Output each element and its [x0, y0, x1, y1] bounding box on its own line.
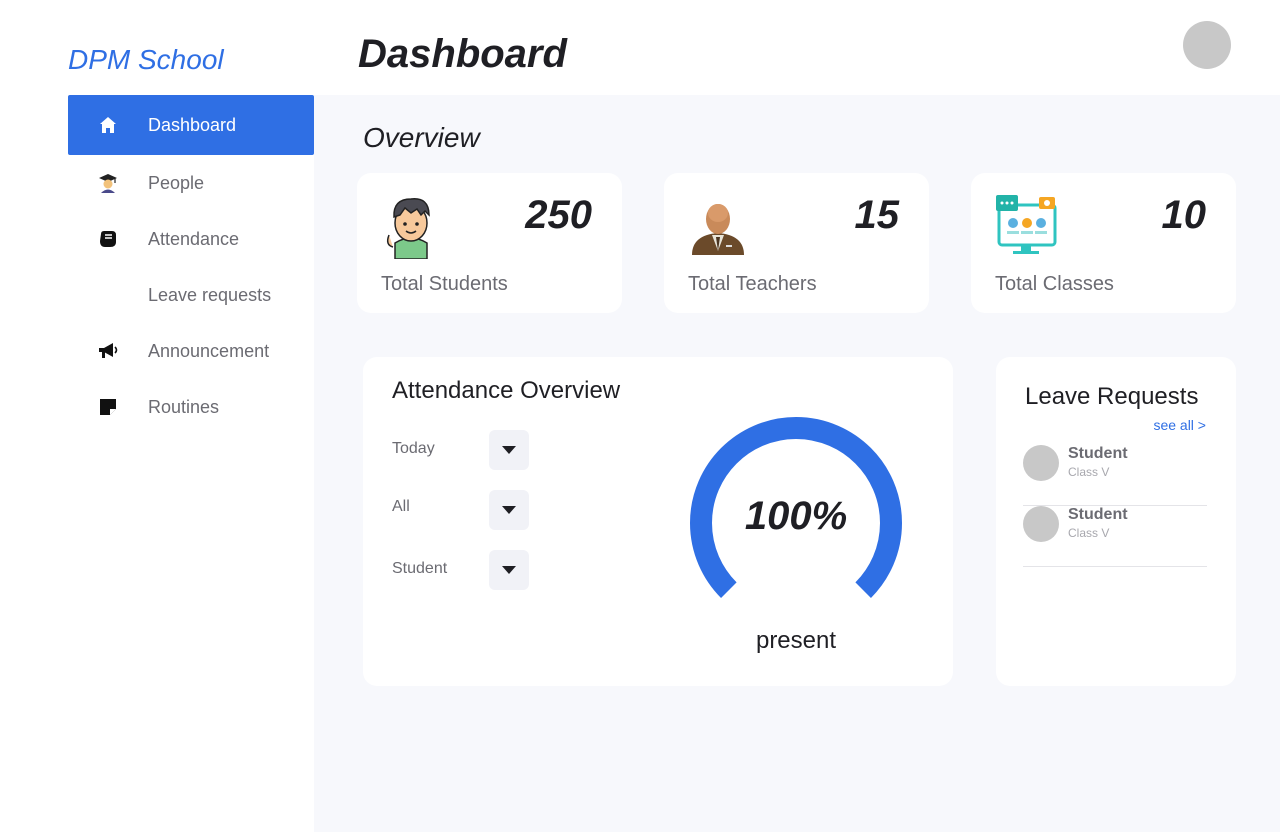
filter-period-dropdown[interactable]	[489, 430, 529, 470]
stat-value: 15	[854, 193, 900, 237]
user-avatar[interactable]	[1183, 21, 1231, 69]
leave-request-item[interactable]: Student Class V	[1023, 506, 1207, 567]
sidebar-item-routines[interactable]: Routines	[68, 379, 314, 435]
sidebar-item-attendance[interactable]: Attendance	[68, 211, 314, 267]
sidebar-item-announcement[interactable]: Announcement	[68, 323, 314, 379]
stat-card-teachers[interactable]: 15 Total Teachers	[664, 173, 929, 313]
avatar	[1023, 445, 1059, 481]
stat-caption: Total Students	[381, 273, 508, 295]
attendance-overview-card: Attendance Overview Today All Student 10…	[363, 357, 953, 686]
leave-requests-title: Leave Requests	[1025, 383, 1199, 410]
sidebar-item-leave-requests[interactable]: Leave requests	[68, 267, 314, 323]
sidebar-nav: Dashboard People Attendance Leave reques…	[68, 95, 314, 435]
caret-down-icon	[502, 506, 516, 514]
caret-down-icon	[502, 446, 516, 454]
megaphone-icon	[96, 339, 120, 363]
filter-period: Today	[392, 430, 529, 470]
attendance-status-label: present	[755, 627, 837, 654]
sidebar-item-people[interactable]: People	[68, 155, 314, 211]
sidebar-item-label: Leave requests	[148, 284, 272, 305]
online-class-icon	[995, 193, 1061, 259]
avatar	[1023, 506, 1059, 542]
leave-request-name: Student	[1068, 445, 1128, 462]
sidebar-item-label: Announcement	[148, 340, 270, 361]
sidebar-item-label: Routines	[148, 396, 220, 417]
brand-logo-text[interactable]: DPM School	[68, 44, 224, 76]
stat-value: 250	[525, 193, 592, 237]
filter-label: Student	[392, 560, 448, 577]
filter-label: All	[392, 498, 410, 515]
filter-scope-dropdown[interactable]	[489, 490, 529, 530]
sidebar-item-label: Dashboard	[148, 114, 237, 135]
stat-value: 10	[1161, 193, 1207, 237]
stat-caption: Total Classes	[995, 273, 1114, 295]
leave-request-name: Student	[1068, 506, 1128, 523]
stat-caption: Total Teachers	[688, 273, 817, 295]
stat-card-classes[interactable]: 10 Total Classes	[971, 173, 1236, 313]
teacher-avatar-icon	[688, 193, 754, 259]
stat-card-students[interactable]: 250 Total Students	[357, 173, 622, 313]
sidebar-item-label: People	[148, 172, 205, 193]
sidebar-item-label: Attendance	[148, 228, 240, 249]
see-all-link[interactable]: see all >	[1153, 417, 1206, 433]
graduate-icon	[96, 171, 120, 195]
filter-scope: All	[392, 490, 529, 530]
student-avatar-icon	[381, 193, 447, 260]
leave-request-class: Class V	[1068, 526, 1110, 540]
attendance-title: Attendance Overview	[392, 377, 621, 404]
note-icon	[96, 395, 120, 419]
caret-down-icon	[502, 566, 516, 574]
leave-request-item[interactable]: Student Class V	[1023, 445, 1207, 506]
filter-label: Today	[392, 440, 435, 457]
hand-icon	[96, 227, 120, 251]
overview-title: Overview	[363, 122, 480, 153]
home-icon	[96, 113, 120, 137]
sidebar-item-dashboard[interactable]: Dashboard	[68, 95, 314, 155]
leave-request-class: Class V	[1068, 465, 1110, 479]
filter-role-dropdown[interactable]	[489, 550, 529, 590]
page-title: Dashboard	[358, 32, 567, 76]
leave-requests-card: Leave Requests see all > Student Class V…	[996, 357, 1236, 686]
filter-role: Student	[392, 550, 529, 590]
attendance-percent: 100%	[744, 494, 848, 538]
